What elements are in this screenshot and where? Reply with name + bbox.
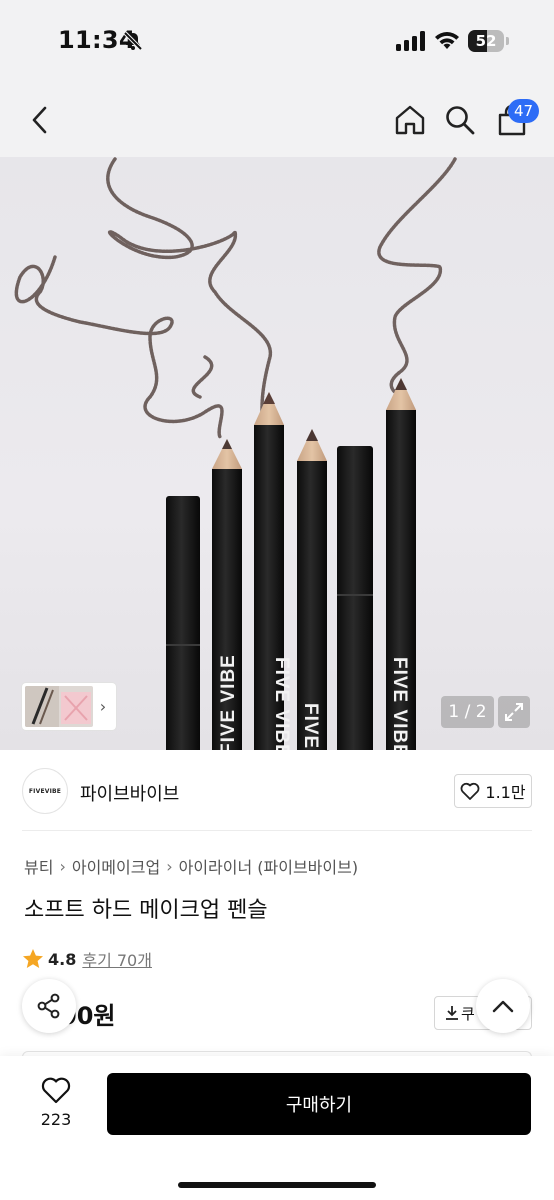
coupon-label: 쿠 bbox=[461, 1004, 475, 1023]
brand-row: FIVEVIBE 파이브바이브 1.1만 bbox=[22, 768, 532, 816]
brand-like-count: 1.1만 bbox=[485, 783, 526, 802]
search-icon bbox=[446, 106, 475, 135]
fullscreen-button[interactable] bbox=[498, 696, 530, 728]
expand-icon bbox=[505, 703, 523, 721]
battery-level: 52 bbox=[475, 32, 497, 50]
product-title: 소프트 하드 메이크업 펜슬 bbox=[24, 898, 268, 923]
cellular-signal-icon bbox=[396, 31, 426, 51]
heart-icon bbox=[41, 1077, 71, 1104]
product-image-gallery[interactable]: FIVE VIBE FIVE VIBE FIVE VIBE FIVE VIBE … bbox=[0, 157, 554, 750]
wish-button[interactable]: 223 bbox=[28, 1076, 84, 1136]
wifi-icon bbox=[434, 29, 460, 51]
breadcrumb-item[interactable]: 아이메이크업 bbox=[72, 854, 160, 878]
breadcrumb-item[interactable]: 아이라이너 (파이브바이브) bbox=[179, 854, 359, 878]
pencil-brand-print: FIVE VIBE bbox=[271, 657, 292, 750]
review-count-link[interactable]: 후기 70개 bbox=[82, 947, 152, 971]
brand-name[interactable]: 파이브바이브 bbox=[80, 780, 179, 806]
thumbnail-strip[interactable]: › bbox=[22, 683, 116, 730]
share-icon bbox=[37, 993, 60, 1019]
download-icon bbox=[446, 1006, 458, 1020]
product-photo: FIVE VIBE FIVE VIBE FIVE VIBE FIVE VIBE bbox=[14, 157, 457, 750]
pencil-brand-print: FIVE VIBE bbox=[218, 654, 239, 750]
home-icon bbox=[395, 105, 425, 135]
chevron-right-icon: › bbox=[59, 856, 66, 876]
home-indicator bbox=[178, 1182, 376, 1188]
breadcrumb-item[interactable]: 뷰티 bbox=[24, 854, 53, 878]
rating-value: 4.8 bbox=[48, 949, 77, 969]
scroll-top-button[interactable] bbox=[476, 979, 530, 1033]
chevron-right-icon[interactable]: › bbox=[93, 697, 113, 716]
share-button[interactable] bbox=[22, 979, 76, 1033]
buy-button[interactable]: 구매하기 bbox=[107, 1073, 531, 1135]
app-header bbox=[0, 84, 554, 158]
bell-muted-icon bbox=[122, 30, 144, 52]
battery-icon: 52 bbox=[468, 30, 510, 52]
back-button[interactable] bbox=[20, 100, 60, 140]
search-button[interactable] bbox=[440, 100, 480, 140]
rating-row: 4.8 후기 70개 bbox=[22, 947, 152, 971]
chevron-right-icon: › bbox=[166, 856, 173, 876]
divider bbox=[22, 830, 532, 831]
breadcrumb: 뷰티 › 아이메이크업 › 아이라이너 (파이브바이브) bbox=[24, 854, 358, 878]
star-icon bbox=[23, 949, 43, 968]
pencil-brand-print: FIVE VIBE bbox=[389, 657, 410, 750]
brand-like-button[interactable]: 1.1만 bbox=[454, 774, 532, 808]
bottom-action-bar: 223 구매하기 bbox=[0, 1056, 554, 1200]
back-icon bbox=[32, 106, 47, 134]
pencil-brand-print: FIVE VIBE bbox=[300, 703, 321, 750]
brand-logo[interactable]: FIVEVIBE bbox=[22, 768, 68, 814]
thumbnail-image[interactable] bbox=[25, 686, 93, 727]
home-button[interactable] bbox=[390, 100, 430, 140]
chevron-up-icon bbox=[492, 1000, 514, 1013]
heart-icon bbox=[460, 782, 480, 800]
image-page-indicator: 1 / 2 bbox=[441, 696, 494, 728]
wish-count: 223 bbox=[40, 1110, 72, 1129]
status-bar: 11:34 52 bbox=[0, 0, 554, 84]
cart-count-badge: 47 bbox=[508, 99, 540, 123]
